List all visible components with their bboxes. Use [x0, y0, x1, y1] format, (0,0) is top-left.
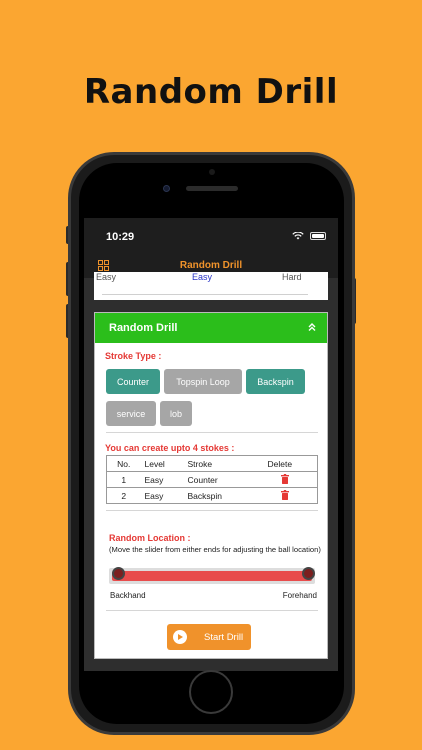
- status-bar: 10:29: [84, 218, 338, 256]
- row-level: Easy: [140, 471, 184, 488]
- wifi-icon: [292, 232, 304, 240]
- trash-icon[interactable]: [280, 473, 289, 484]
- strokes-table: No. Level Stroke Delete 1 Easy Counter 2…: [106, 455, 318, 504]
- home-button[interactable]: [189, 670, 233, 714]
- trash-icon[interactable]: [280, 489, 289, 500]
- divider: [106, 510, 318, 511]
- random-location-hint: (Move the slider from either ends for ad…: [109, 545, 321, 554]
- row-no: 2: [106, 487, 141, 504]
- battery-icon: [310, 232, 326, 240]
- create-strokes-label: You can create upto 4 stokes :: [105, 443, 235, 453]
- stroke-chip-backspin[interactable]: Backspin: [246, 369, 305, 394]
- level-option-hard[interactable]: Hard: [282, 272, 302, 282]
- location-range-slider[interactable]: [112, 571, 312, 581]
- divider: [106, 610, 318, 611]
- slider-left-handle[interactable]: [112, 567, 125, 580]
- row-stroke: Backspin: [183, 487, 264, 504]
- table-row: 2 Easy Backspin: [106, 487, 318, 504]
- header-level: Level: [140, 455, 184, 472]
- play-icon: [173, 630, 187, 644]
- row-stroke: Counter: [183, 471, 264, 488]
- stroke-chip-lob[interactable]: lob: [160, 401, 192, 426]
- stroke-chip-service[interactable]: service: [106, 401, 156, 426]
- proximity-sensor: [209, 169, 215, 175]
- random-location-label: Random Location :: [109, 533, 191, 543]
- divider: [102, 294, 308, 295]
- promo-headline: Random Drill: [83, 72, 339, 112]
- forehand-label: Forehand: [282, 591, 317, 600]
- card-header[interactable]: Random Drill: [95, 313, 327, 343]
- nav-title: Random Drill: [179, 260, 243, 271]
- card-title: Random Drill: [109, 322, 178, 334]
- header-stroke: Stroke: [183, 455, 264, 472]
- backhand-label: Backhand: [110, 591, 146, 600]
- header-no: No.: [106, 455, 141, 472]
- slider-right-handle[interactable]: [302, 567, 315, 580]
- start-drill-button[interactable]: Start Drill: [167, 624, 251, 650]
- status-time: 10:29: [106, 231, 135, 243]
- row-no: 1: [106, 471, 141, 488]
- stroke-type-label: Stroke Type :: [105, 351, 162, 361]
- level-option-easy[interactable]: Easy: [96, 272, 116, 282]
- level-option-easy-selected[interactable]: Easy: [192, 272, 212, 282]
- level-selector-card: Easy Easy Hard: [94, 272, 328, 300]
- start-drill-label: Start Drill: [204, 631, 244, 643]
- header-delete: Delete: [263, 455, 318, 472]
- table-row: 1 Easy Counter: [106, 471, 318, 488]
- random-drill-card: Random Drill Stroke Type : Counter Topsp…: [94, 312, 328, 659]
- front-camera: [163, 185, 170, 192]
- app-screen: 10:29 Random Drill Easy Easy Hard Random…: [84, 218, 338, 671]
- collapse-chevron-icon[interactable]: [307, 321, 317, 333]
- table-header-row: No. Level Stroke Delete: [106, 455, 318, 472]
- scroll-content[interactable]: Easy Easy Hard Random Drill Stroke Type …: [84, 272, 338, 671]
- row-level: Easy: [140, 487, 184, 504]
- stroke-chip-topspin-loop[interactable]: Topspin Loop: [164, 369, 242, 394]
- divider: [106, 432, 318, 433]
- earpiece-speaker: [186, 186, 238, 191]
- stroke-chip-counter[interactable]: Counter: [106, 369, 160, 394]
